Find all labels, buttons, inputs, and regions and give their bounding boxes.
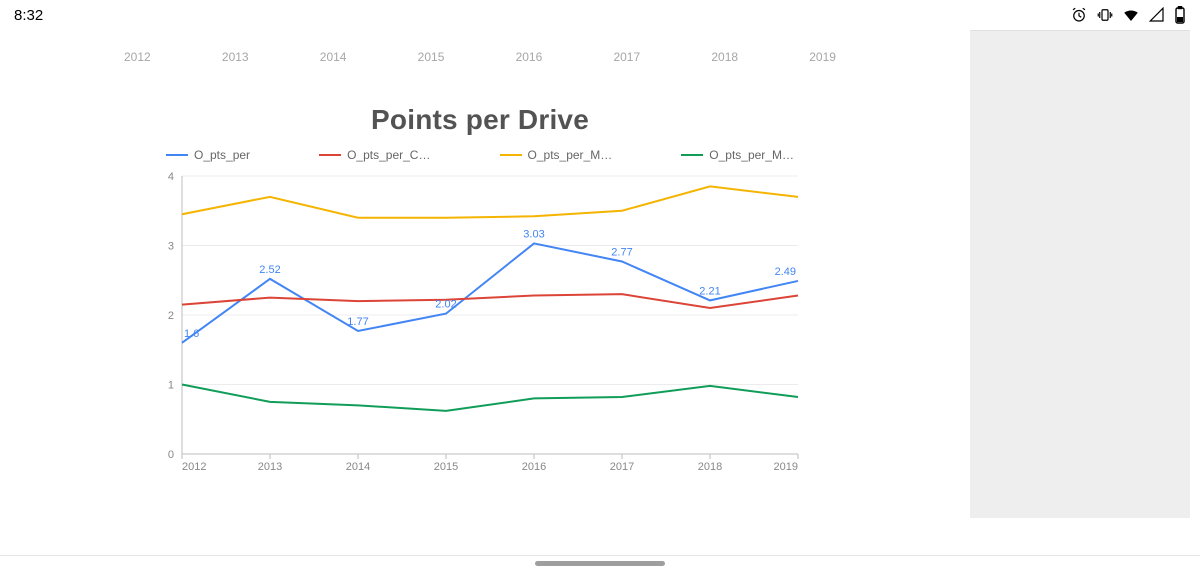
point-label: 1.6: [184, 328, 199, 340]
svg-text:2016: 2016: [522, 461, 546, 473]
vibrate-icon: [1096, 6, 1114, 24]
svg-text:2017: 2017: [610, 461, 634, 473]
year-tab[interactable]: 2017: [609, 50, 644, 64]
year-tab[interactable]: 2013: [218, 50, 253, 64]
legend-item[interactable]: O_pts_per_M…: [500, 148, 613, 162]
alarm-icon: [1070, 6, 1088, 24]
chart-svg: 01234201220132014201520162017201820191.6…: [182, 176, 798, 476]
status-bar: 8:32: [0, 0, 1200, 30]
point-label: 2.77: [611, 246, 632, 258]
svg-text:2014: 2014: [346, 461, 370, 473]
svg-text:4: 4: [168, 171, 174, 183]
app-screen: 20122013201420152016201720182019 Points …: [0, 30, 1200, 558]
legend-swatch: [681, 154, 703, 156]
svg-text:2018: 2018: [698, 461, 722, 473]
legend-label: O_pts_per: [194, 148, 250, 162]
legend-item[interactable]: O_pts_per_C…: [319, 148, 430, 162]
series-line: [182, 186, 798, 217]
chart-legend: O_pts_per O_pts_per_C… O_pts_per_M… O_pts_p…: [160, 142, 800, 176]
svg-text:2012: 2012: [182, 461, 206, 473]
legend-swatch: [319, 154, 341, 156]
year-tab[interactable]: 2012: [120, 50, 155, 64]
svg-text:2019: 2019: [774, 461, 798, 473]
wifi-icon: [1122, 6, 1140, 24]
year-tab[interactable]: 2015: [414, 50, 449, 64]
legend-label: O_pts_per_M…: [709, 148, 794, 162]
year-tabs: 2012 2013 2014 2015 2016 2017 2018 2019: [120, 50, 840, 64]
year-tab[interactable]: 2014: [316, 50, 351, 64]
svg-text:2: 2: [168, 310, 174, 322]
status-icons: [1070, 6, 1186, 24]
point-label: 2.52: [259, 264, 280, 276]
point-label: 2.02: [435, 299, 456, 311]
legend-item[interactable]: O_pts_per_M…: [681, 148, 794, 162]
divider-line: [0, 555, 1200, 556]
year-tab[interactable]: 2019: [805, 50, 840, 64]
legend-label: O_pts_per_M…: [528, 148, 613, 162]
battery-icon: [1174, 6, 1186, 24]
svg-text:0: 0: [168, 449, 174, 461]
svg-text:2013: 2013: [258, 461, 282, 473]
point-label: 3.03: [523, 228, 544, 240]
legend-swatch: [166, 154, 188, 156]
year-tab[interactable]: 2016: [512, 50, 547, 64]
svg-text:3: 3: [168, 241, 174, 253]
svg-text:1: 1: [168, 380, 174, 392]
point-label: 2.49: [775, 266, 796, 278]
legend-swatch: [500, 154, 522, 156]
chart-card: Points per Drive O_pts_perO_pts_per_C…O_…: [160, 100, 800, 520]
svg-text:2015: 2015: [434, 461, 458, 473]
legend-item[interactable]: O_pts_per: [166, 148, 250, 162]
series-line: [182, 385, 798, 411]
status-time: 8:32: [14, 7, 43, 24]
cell-signal-icon: [1148, 6, 1166, 24]
year-tab[interactable]: 2018: [707, 50, 742, 64]
chart-title: Points per Drive: [160, 104, 800, 136]
sidebar-divider: [970, 30, 1190, 31]
legend-label: O_pts_per_C…: [347, 148, 430, 162]
point-label: 1.77: [347, 316, 368, 328]
point-label: 2.21: [699, 285, 720, 297]
next-card-peek: [160, 530, 800, 550]
right-sidebar: [970, 30, 1190, 518]
gesture-nav-pill[interactable]: [535, 561, 665, 566]
chart-plot[interactable]: 01234201220132014201520162017201820191.6…: [182, 176, 798, 476]
